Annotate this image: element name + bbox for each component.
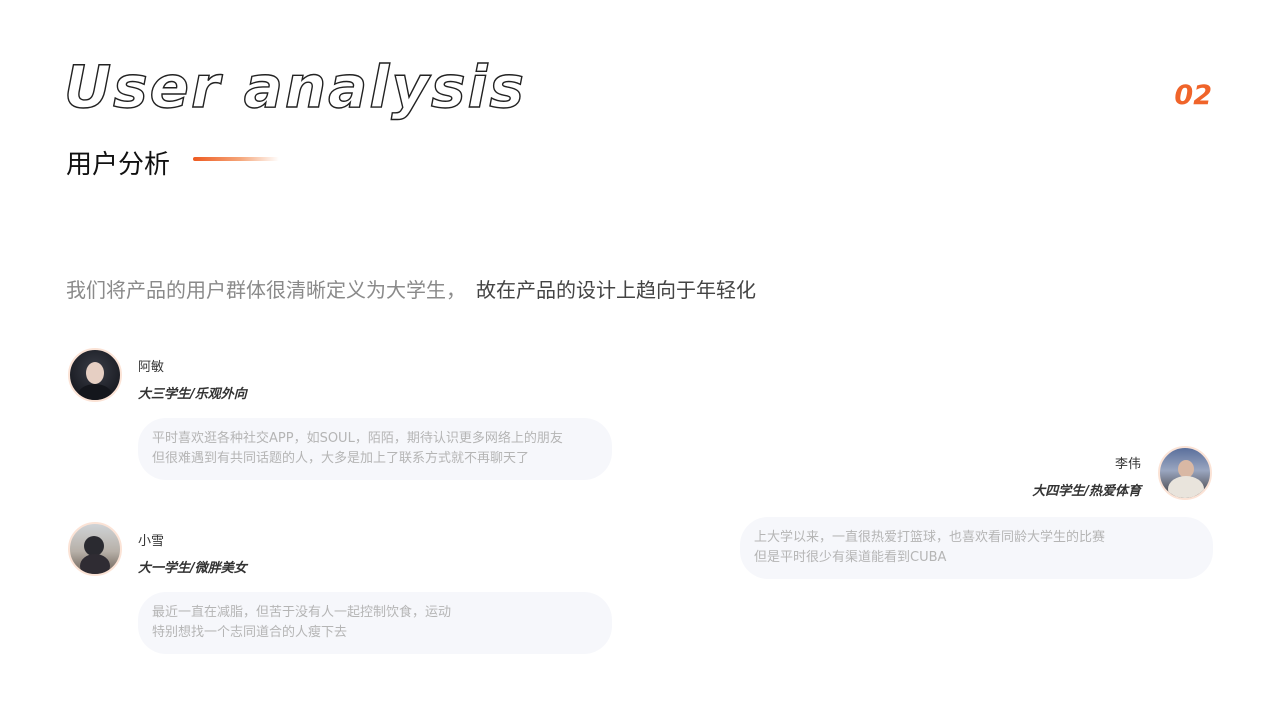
intro-part2: 故在产品的设计上趋向于年轻化 — [476, 278, 756, 302]
user-quote-bubble: 平时喜欢逛各种社交APP，如SOUL，陌陌，期待认识更多网络上的朋友 但很难遇到… — [138, 418, 612, 480]
user-role: 大一学生/微胖美女 — [138, 561, 247, 576]
quote-line: 但很难遇到有共同话题的人，大多是加上了联系方式就不再聊天了 — [152, 451, 530, 466]
quote-line: 但是平时很少有渠道能看到CUBA — [754, 550, 947, 565]
quote-line: 平时喜欢逛各种社交APP，如SOUL，陌陌，期待认识更多网络上的朋友 — [152, 431, 563, 446]
avatar-xiaoxue — [68, 522, 122, 576]
user-quote-bubble: 最近一直在减脂，但苦于没有人一起控制饮食，运动 特别想找一个志同道合的人瘦下去 — [138, 592, 612, 654]
quote-line: 特别想找一个志同道合的人瘦下去 — [152, 625, 348, 640]
user-name: 小雪 — [138, 534, 165, 549]
page-number: 02 — [1174, 80, 1212, 111]
user-quote-bubble: 上大学以来，一直很热爱打篮球，也喜欢看同龄大学生的比赛 但是平时很少有渠道能看到… — [740, 517, 1213, 579]
quote-line: 最近一直在减脂，但苦于没有人一起控制饮食，运动 — [152, 605, 452, 620]
page-title-en: User analysis — [63, 53, 526, 121]
user-name: 阿敏 — [138, 360, 165, 375]
intro-part1: 我们将产品的用户群体很清晰定义为大学生， — [66, 278, 466, 302]
user-role: 大三学生/乐观外向 — [138, 387, 247, 402]
title-accent-line — [193, 157, 279, 161]
quote-line: 上大学以来，一直很热爱打篮球，也喜欢看同龄大学生的比赛 — [754, 530, 1106, 545]
avatar-amin — [68, 348, 122, 402]
user-role: 大四学生/热爱体育 — [1032, 484, 1141, 499]
page-title-cn: 用户分析 — [66, 150, 171, 180]
user-name: 李伟 — [1114, 457, 1141, 472]
intro-text: 我们将产品的用户群体很清晰定义为大学生， 故在产品的设计上趋向于年轻化 — [66, 274, 756, 303]
avatar-liwei — [1158, 446, 1212, 500]
